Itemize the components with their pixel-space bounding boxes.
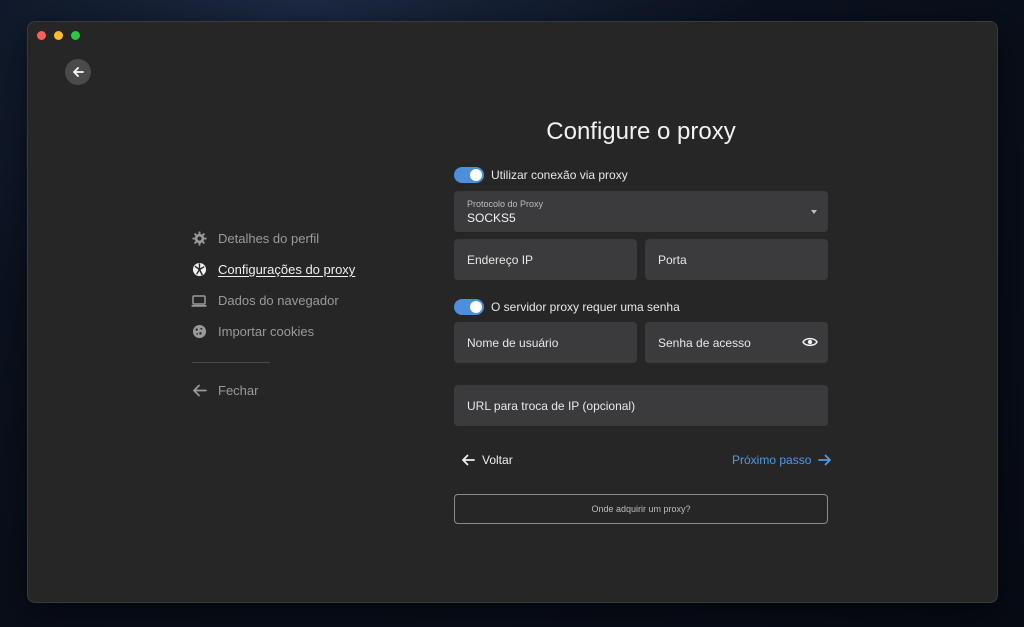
port-placeholder: Porta (658, 252, 687, 267)
password-placeholder: Senha de acesso (658, 335, 751, 350)
sidebar-item-import-cookies[interactable]: Importar cookies (191, 316, 391, 347)
next-step-button[interactable]: Próximo passo (732, 453, 832, 467)
password-required-label: O servidor proxy requer uma senha (491, 300, 680, 314)
laptop-icon (191, 293, 207, 309)
arrow-left-icon (462, 454, 475, 466)
arrow-left-icon (73, 67, 84, 77)
port-input[interactable]: Porta (645, 239, 828, 280)
password-required-toggle[interactable] (454, 299, 484, 315)
arrow-right-icon (818, 454, 832, 466)
back-step-label: Voltar (482, 453, 513, 467)
password-input[interactable]: Senha de acesso (645, 322, 828, 363)
sidebar-item-browser-data[interactable]: Dados do navegador (191, 285, 391, 316)
ip-address-input[interactable]: Endereço IP (454, 239, 637, 280)
proxy-protocol-value: SOCKS5 (467, 210, 516, 225)
where-to-buy-proxy-label: Onde adquirir um proxy? (591, 504, 691, 514)
eye-icon[interactable] (802, 336, 818, 351)
arrow-left-icon (191, 383, 207, 399)
sidebar-item-profile-details[interactable]: Detalhes do perfil (191, 223, 391, 254)
page-title: Configure o proxy (546, 118, 736, 145)
close-window-button[interactable] (37, 31, 46, 40)
close-label: Fechar (218, 383, 259, 398)
sidebar-item-proxy-settings[interactable]: Configurações do proxy (191, 254, 391, 285)
app-window: Detalhes do perfil Configurações do prox… (27, 21, 998, 603)
close-button[interactable]: Fechar (191, 375, 391, 406)
next-step-label: Próximo passo (732, 453, 812, 467)
gear-icon (191, 231, 207, 247)
chevron-down-icon (811, 210, 817, 214)
back-button[interactable] (65, 59, 91, 85)
username-placeholder: Nome de usuário (467, 335, 559, 350)
sidebar-item-label: Configurações do proxy (218, 262, 356, 277)
minimize-window-button[interactable] (54, 31, 63, 40)
ip-change-url-placeholder: URL para troca de IP (opcional) (467, 398, 636, 413)
sidebar: Detalhes do perfil Configurações do prox… (191, 223, 391, 406)
sidebar-item-label: Importar cookies (218, 324, 315, 339)
proxy-protocol-select[interactable]: Protocolo do Proxy SOCKS5 (454, 191, 828, 232)
username-input[interactable]: Nome de usuário (454, 322, 637, 363)
sidebar-item-label: Dados do navegador (218, 293, 339, 308)
use-proxy-row: Utilizar conexão via proxy (454, 167, 628, 183)
ip-address-placeholder: Endereço IP (467, 252, 534, 267)
password-required-row: O servidor proxy requer uma senha (454, 299, 680, 315)
back-step-button[interactable]: Voltar (461, 453, 513, 467)
sidebar-item-label: Detalhes do perfil (218, 231, 320, 246)
use-proxy-toggle[interactable] (454, 167, 484, 183)
ip-change-url-input[interactable]: URL para troca de IP (opcional) (454, 385, 828, 426)
globe-icon (191, 262, 207, 278)
proxy-protocol-label: Protocolo do Proxy (467, 198, 544, 209)
sidebar-divider (192, 362, 270, 363)
where-to-buy-proxy-button[interactable]: Onde adquirir um proxy? (454, 494, 828, 524)
use-proxy-label: Utilizar conexão via proxy (491, 168, 628, 182)
cookie-icon (191, 324, 207, 340)
zoom-window-button[interactable] (71, 31, 80, 40)
traffic-lights (37, 31, 80, 40)
